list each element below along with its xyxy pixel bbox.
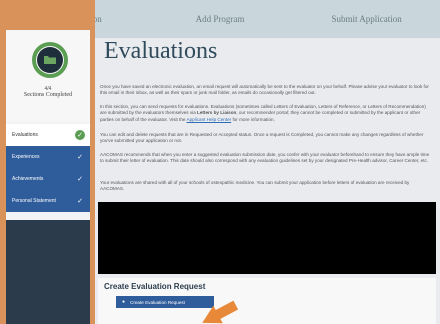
requests-paragraph: In this section, you can send requests f… [100, 104, 426, 122]
sidebar-item-label: Experiences [12, 154, 40, 160]
checkmark-icon: ✓ [77, 153, 83, 161]
create-evaluation-button-label: Create Evaluation Request [130, 299, 185, 305]
checkmark-icon: ✓ [77, 175, 83, 183]
progress-ring [32, 42, 68, 78]
plus-icon: ● [122, 299, 126, 305]
sidebar-item-evaluations[interactable]: Evaluations ✓ [6, 124, 90, 146]
recommendation-paragraph: AACOMAS recommends that when you enter a… [100, 152, 430, 164]
create-evaluation-card: Create Evaluation Request ● Create Evalu… [98, 278, 436, 324]
arrow-icon [202, 300, 239, 324]
main-content: Evaluations Once you have saved an elect… [96, 38, 440, 324]
page-title: Evaluations [104, 38, 218, 64]
sidebar-item-achievements[interactable]: Achievements ✓ [6, 168, 90, 190]
checkmark-icon: ✓ [75, 130, 85, 140]
sidebar-dark-block [6, 220, 90, 324]
folder-icon [43, 55, 57, 65]
checkmark-icon: ✓ [77, 197, 83, 205]
sidebar: 4/4 Sections Completed Evaluations ✓ Exp… [6, 30, 90, 324]
redacted-region [98, 202, 436, 274]
tab-add-program[interactable]: Add Program [147, 14, 294, 24]
progress-box: 4/4 Sections Completed [6, 30, 90, 122]
shared-paragraph: Your evaluations are shared with all of … [100, 180, 410, 192]
create-evaluation-title: Create Evaluation Request [104, 282, 206, 291]
sidebar-item-label: Achievements [12, 176, 44, 182]
sidebar-item-label: Evaluations [12, 132, 38, 138]
edit-delete-paragraph: You can edit and delete requests that ar… [100, 132, 424, 144]
sections-completed-label: Sections Completed [23, 92, 73, 98]
sidebar-item-label: Personal Statement [12, 198, 56, 204]
intro-paragraph: Once you have saved an electronic evalua… [100, 84, 429, 96]
sidebar-item-personal-statement[interactable]: Personal Statement ✓ [6, 190, 90, 212]
help-center-link[interactable]: Applicant Help Center [187, 117, 232, 122]
tab-submit-application[interactable]: Submit Application [293, 14, 440, 24]
sidebar-item-experiences[interactable]: Experiences ✓ [6, 146, 90, 168]
